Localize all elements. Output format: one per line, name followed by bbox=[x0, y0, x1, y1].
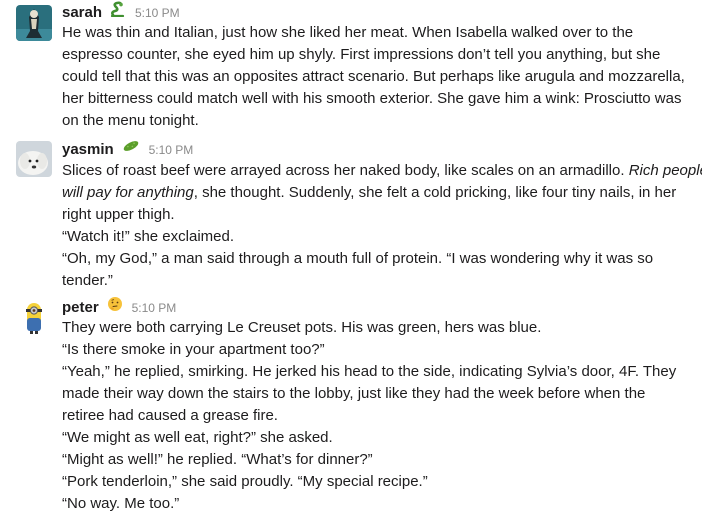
message-line: They were both carrying Le Creuset pots.… bbox=[62, 319, 542, 336]
sender-name[interactable]: yasmin bbox=[62, 141, 114, 158]
message-line: Slices of roast beef were arrayed across… bbox=[62, 160, 702, 182]
message-line: “Is there smoke in your apartment too?” bbox=[62, 341, 325, 358]
avatar-sarah[interactable] bbox=[16, 5, 52, 41]
message-line: “Oh, my God,” a man said through a mouth… bbox=[62, 250, 654, 267]
sender-name[interactable]: sarah bbox=[62, 4, 102, 21]
message-line: “No way. Me too.” bbox=[62, 495, 180, 512]
message-line: made their way down the stairs to the lo… bbox=[62, 385, 646, 402]
line-text: Slices of roast beef were arrayed across… bbox=[62, 162, 629, 179]
snake-emoji-icon bbox=[110, 1, 126, 23]
message-line: “Might as well!” he replied. “What’s for… bbox=[62, 451, 373, 468]
message-line: will pay for anything, she thought. Sudd… bbox=[62, 182, 690, 204]
message-line: “Watch it!” she exclaimed. bbox=[62, 228, 234, 245]
italic-text: will pay for anything bbox=[62, 184, 194, 201]
message-line: He was thin and Italian, just how she li… bbox=[62, 24, 634, 41]
italic-text: Rich people bbox=[628, 162, 702, 179]
message-line: tender.” bbox=[62, 272, 113, 289]
message-line: right upper thigh. bbox=[62, 206, 175, 223]
message-feed: sarah 5:10 PM He was thin and Italian, j… bbox=[0, 0, 702, 523]
message-line: “Yeah,” he replied, smirking. He jerked … bbox=[62, 363, 677, 380]
thinking-face-emoji-icon bbox=[107, 296, 123, 318]
avatar-yasmin[interactable] bbox=[16, 141, 52, 177]
message-line: retiree had caused a grease fire. bbox=[62, 407, 278, 424]
timestamp[interactable]: 5:10 PM bbox=[132, 301, 177, 315]
message-line: could tell that this was an opposites at… bbox=[62, 68, 685, 85]
line-text: , she thought. Suddenly, she felt a cold… bbox=[193, 184, 677, 201]
message-line: espresso counter, she eyed him up shyly.… bbox=[62, 46, 661, 63]
sender-name[interactable]: peter bbox=[62, 299, 99, 316]
avatar-peter[interactable] bbox=[16, 299, 52, 335]
timestamp[interactable]: 5:10 PM bbox=[135, 6, 180, 20]
message-line: “Pork tenderloin,” she said proudly. “My… bbox=[62, 473, 428, 490]
pickle-emoji-icon bbox=[122, 139, 140, 159]
message-line: “We might as well eat, right?” she asked… bbox=[62, 429, 333, 446]
message-line: on the menu tonight. bbox=[62, 112, 199, 129]
timestamp[interactable]: 5:10 PM bbox=[149, 143, 194, 157]
message-line: her bitterness could match well with his… bbox=[62, 90, 682, 107]
